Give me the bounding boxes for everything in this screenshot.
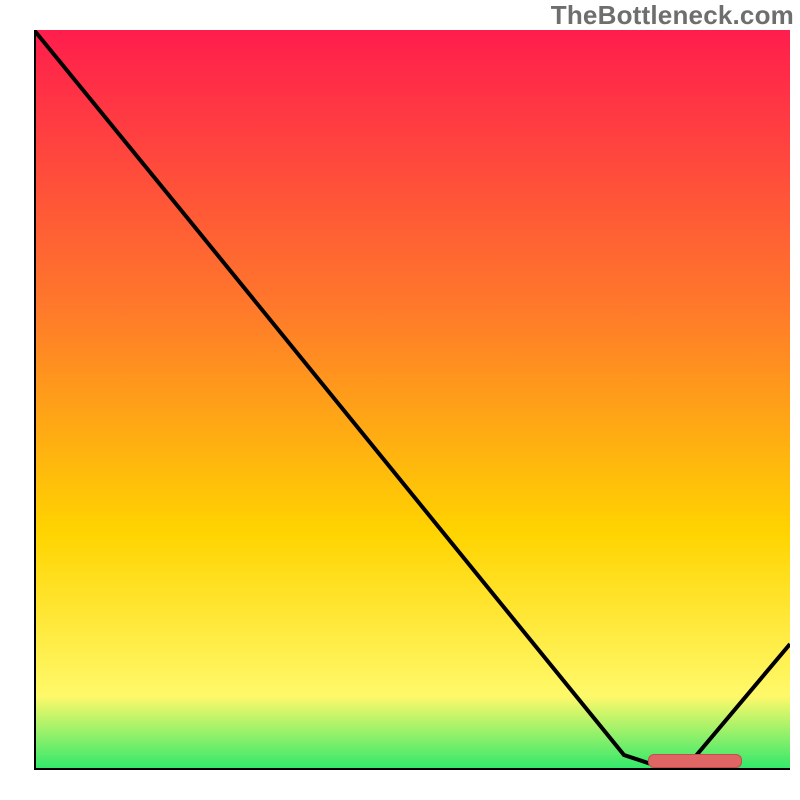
watermark-text: TheBottleneck.com xyxy=(551,0,794,31)
gradient-background xyxy=(34,30,790,770)
chart-svg xyxy=(34,30,790,770)
plot-area xyxy=(34,30,790,770)
chart-stage: TheBottleneck.com xyxy=(0,0,800,800)
